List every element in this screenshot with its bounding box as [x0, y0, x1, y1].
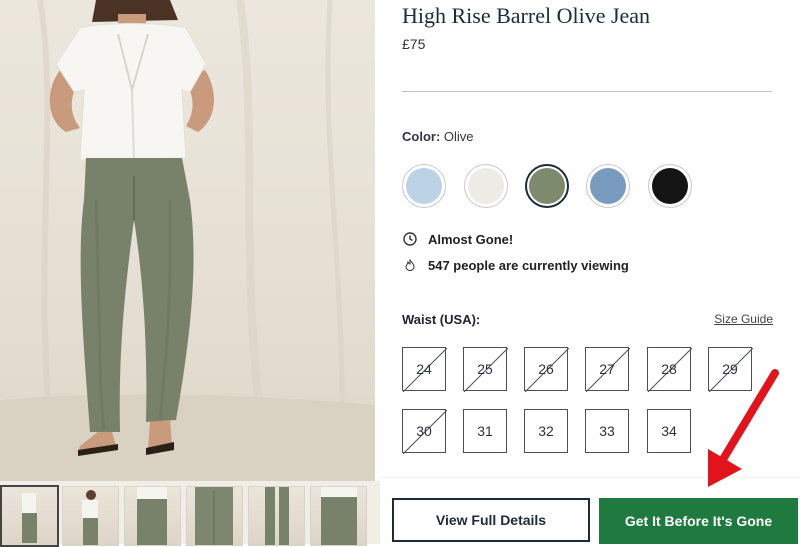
size-option-26[interactable]: 26: [524, 347, 569, 392]
swatch-olive[interactable]: [525, 164, 569, 208]
size-option-30[interactable]: 30: [402, 409, 447, 454]
size-value: 26: [538, 361, 554, 377]
clock-icon: [402, 232, 418, 247]
size-option-24[interactable]: 24: [402, 347, 447, 392]
swatch-light-wash[interactable]: [402, 164, 446, 208]
selected-color: Olive: [443, 129, 474, 144]
size-value: 27: [599, 361, 615, 377]
swatch-ecru[interactable]: [464, 164, 508, 208]
size-option-28[interactable]: 28: [647, 347, 692, 392]
size-value: 28: [661, 361, 677, 377]
size-option-31[interactable]: 31: [463, 409, 507, 453]
size-value: 24: [416, 361, 432, 377]
color-label-text: Color:: [402, 129, 441, 144]
size-option-27[interactable]: 27: [585, 347, 630, 392]
size-option-32[interactable]: 32: [524, 409, 568, 453]
size-value: 31: [477, 423, 493, 439]
product-price: £75: [402, 36, 426, 52]
thumbnail-6[interactable]: [310, 486, 367, 546]
swatch-fill: [406, 168, 442, 204]
product-title: High Rise Barrel Olive Jean: [402, 3, 651, 28]
thumbnail-strip: [0, 481, 380, 547]
size-option-25[interactable]: 25: [463, 347, 508, 392]
swatch-fill: [652, 168, 688, 204]
almost-gone-text: Almost Gone!: [428, 232, 514, 247]
view-full-details-button[interactable]: View Full Details: [392, 498, 590, 542]
swatch-fill: [529, 168, 565, 204]
waist-label: Waist (USA):: [402, 312, 481, 327]
size-value: 25: [477, 361, 493, 377]
swatch-fill: [590, 168, 626, 204]
size-value: 34: [661, 423, 677, 439]
buy-now-button[interactable]: Get It Before It's Gone: [599, 498, 798, 544]
thumbnail-4[interactable]: [186, 486, 243, 546]
color-label: Color: Olive: [402, 129, 474, 144]
thumbnail-1[interactable]: [0, 485, 59, 547]
viewers-text: 547 people are currently viewing: [428, 258, 629, 273]
size-value: 33: [599, 423, 615, 439]
thumbnail-5[interactable]: [248, 486, 305, 546]
thumbnail-3[interactable]: [124, 486, 181, 546]
swatch-fill: [468, 168, 504, 204]
swatch-black[interactable]: [648, 164, 692, 208]
swatch-mid-wash[interactable]: [586, 164, 630, 208]
size-value: 30: [416, 423, 432, 439]
almost-gone-notice: Almost Gone!: [402, 232, 513, 247]
thumbnail-2[interactable]: [62, 486, 119, 546]
annotation-arrow-icon: [708, 369, 779, 487]
size-option-34[interactable]: 34: [647, 409, 691, 453]
flame-icon: [402, 258, 418, 273]
size-option-33[interactable]: 33: [585, 409, 629, 453]
product-main-image: [0, 0, 375, 481]
divider: [402, 91, 772, 92]
size-guide-link[interactable]: Size Guide: [714, 312, 773, 326]
size-value: 32: [538, 423, 554, 439]
viewers-notice: 547 people are currently viewing: [402, 258, 629, 273]
